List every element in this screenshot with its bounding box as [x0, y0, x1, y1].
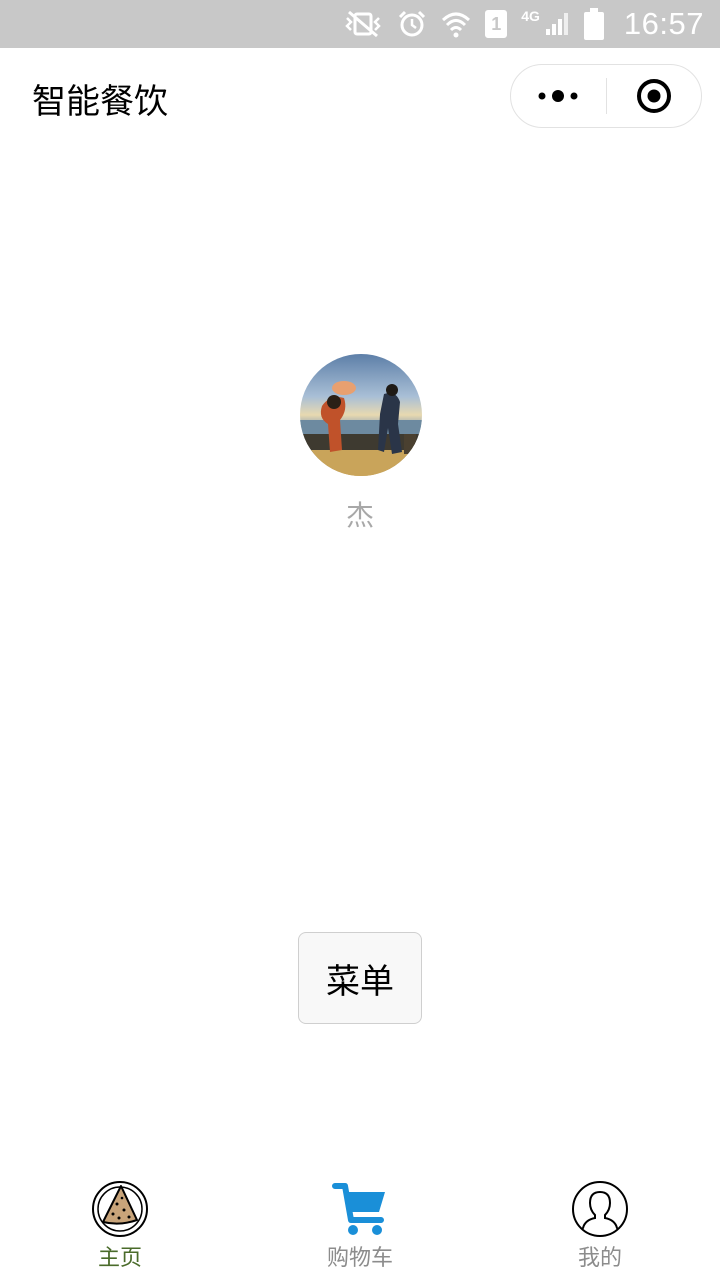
alarm-icon [397, 9, 427, 39]
shopping-cart-icon [332, 1183, 385, 1235]
tab-label-home: 主页 [97, 1246, 142, 1271]
battery-icon [583, 8, 604, 40]
more-dots-icon [538, 90, 578, 102]
username: 杰 [345, 499, 374, 532]
status-icons: 1 4G 16:57 [343, 0, 704, 48]
sim-icon: 1 [485, 10, 508, 38]
wifi-icon [441, 10, 471, 38]
tab-mine[interactable]: 我的 [480, 1168, 720, 1280]
sim-slot-label: 1 [491, 13, 502, 34]
vibrate-icon [343, 10, 383, 38]
status-bar: 1 4G 16:57 [0, 0, 720, 48]
tab-label-cart: 购物车 [326, 1246, 393, 1271]
close-button[interactable] [607, 64, 702, 128]
mini-program-capsule [510, 64, 702, 128]
user-profile-icon [572, 1181, 628, 1237]
user-avatar[interactable] [300, 354, 422, 476]
tab-cart[interactable]: 购物车 [240, 1168, 480, 1280]
tab-label-mine: 我的 [577, 1246, 622, 1271]
tab-home[interactable]: 主页 [0, 1168, 240, 1280]
more-button[interactable] [511, 64, 606, 128]
menu-button[interactable]: 菜单 [298, 932, 422, 1024]
target-close-icon [636, 79, 671, 113]
tab-bar: 主页 购物车 我的 [0, 1168, 720, 1280]
page-title: 智能餐饮 [32, 82, 168, 122]
navigation-bar: 智能餐饮 [0, 48, 720, 144]
pizza-slice-icon [92, 1181, 148, 1237]
avatar-image [300, 354, 422, 476]
status-time: 16:57 [623, 6, 704, 41]
signal-icon [544, 11, 570, 37]
network-type-label: 4G [521, 8, 540, 24]
